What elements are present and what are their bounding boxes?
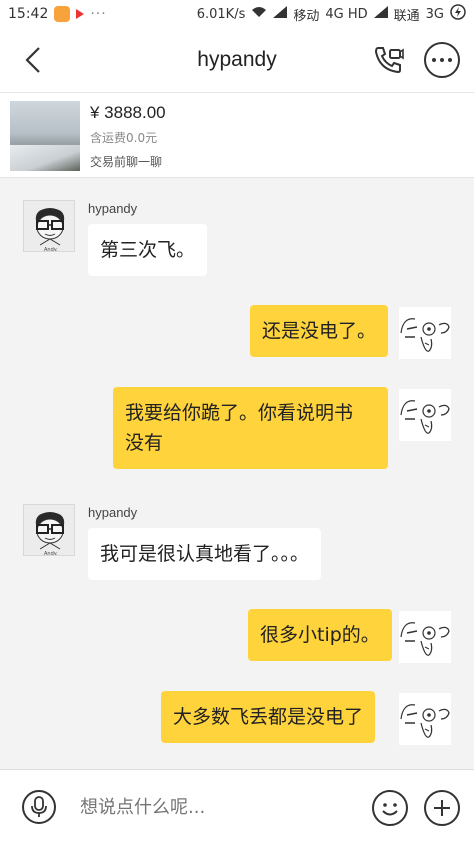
shipping-fee: 含运费0.0元 bbox=[90, 131, 158, 145]
microphone-icon bbox=[31, 796, 47, 817]
cartoon-face-avatar-icon bbox=[399, 611, 451, 663]
cartoon-boy-avatar-icon: Andy. bbox=[24, 201, 74, 252]
cartoon-face-avatar-icon bbox=[399, 307, 451, 359]
message-line: 我要给你跪了。你看说明书 bbox=[125, 402, 354, 424]
cartoon-face-avatar-icon bbox=[399, 389, 451, 441]
chevron-left-icon bbox=[25, 47, 40, 73]
dot bbox=[448, 58, 452, 62]
wifi-icon bbox=[251, 6, 267, 22]
avatar[interactable] bbox=[399, 611, 451, 663]
page-title: hypandy bbox=[197, 48, 277, 71]
avatar[interactable] bbox=[399, 693, 451, 745]
message-bubble-outgoing[interactable]: 还是没电了。 bbox=[250, 305, 389, 357]
add-attachment-button[interactable] bbox=[424, 790, 460, 826]
battery-icon bbox=[450, 4, 466, 24]
chat-area[interactable]: Andy. hypandy 第三次飞。 还是没电了。 我要给你跪了。你看说明书 … bbox=[0, 179, 474, 769]
chat-prompt: 交易前聊一聊 bbox=[90, 155, 163, 169]
smiley-icon bbox=[382, 803, 398, 816]
net-speed: 6.01K/s bbox=[196, 6, 246, 22]
input-bar bbox=[0, 769, 474, 842]
dot bbox=[432, 58, 436, 62]
message-bubble-outgoing[interactable]: 很多小tip的。 bbox=[248, 609, 392, 661]
cartoon-boy-avatar-icon: Andy. bbox=[24, 505, 74, 556]
app-notification-icon bbox=[54, 6, 71, 22]
cartoon-face-avatar-icon bbox=[399, 693, 451, 745]
product-thumbnail[interactable] bbox=[10, 101, 80, 171]
dot bbox=[440, 58, 444, 62]
avatar[interactable] bbox=[399, 307, 451, 359]
message-bubble-outgoing[interactable]: 大多数飞丢都是没电了 bbox=[161, 691, 376, 743]
thumbnail-road bbox=[10, 145, 80, 171]
message-input[interactable] bbox=[80, 792, 340, 822]
product-price: ¥ 3888.00 bbox=[90, 103, 166, 122]
avatar[interactable]: Andy. bbox=[23, 504, 75, 556]
sender-name: hypandy bbox=[88, 505, 138, 520]
emoji-button[interactable] bbox=[372, 790, 408, 826]
carrier-1: 移动 bbox=[293, 8, 320, 24]
signal-icon bbox=[273, 6, 288, 22]
signal-icon bbox=[373, 6, 388, 22]
chat-header: hypandy bbox=[0, 28, 474, 92]
avatar[interactable]: Andy. bbox=[23, 200, 75, 252]
phone-call-icon bbox=[374, 47, 404, 74]
more-options-button[interactable] bbox=[424, 42, 460, 78]
more-notifications-icon: ··· bbox=[90, 6, 107, 22]
plus-icon bbox=[434, 800, 450, 816]
product-card[interactable]: ¥ 3888.00 含运费0.0元 交易前聊一聊 bbox=[0, 92, 474, 178]
carrier-2: 联通 bbox=[393, 8, 420, 24]
svg-text:Andy.: Andy. bbox=[44, 551, 58, 556]
video-notification-icon bbox=[76, 9, 85, 19]
avatar[interactable] bbox=[399, 389, 451, 441]
status-time: 15:42 bbox=[8, 6, 49, 22]
network-2: 3G bbox=[425, 6, 444, 22]
status-bar: 15:42 ··· 6.01K/s 移动 4G HD 联通 3G bbox=[0, 0, 474, 28]
network-1: 4G HD bbox=[325, 6, 368, 22]
message-line: 没有 bbox=[125, 432, 164, 454]
voice-call-button[interactable] bbox=[370, 42, 406, 78]
message-bubble-incoming[interactable]: 我可是很认真地看了。。。 bbox=[88, 528, 322, 580]
svg-text:Andy.: Andy. bbox=[44, 247, 58, 252]
message-bubble-incoming[interactable]: 第三次飞。 bbox=[88, 224, 208, 276]
message-bubble-outgoing[interactable]: 我要给你跪了。你看说明书 没有 bbox=[113, 387, 388, 469]
voice-input-button[interactable] bbox=[22, 790, 56, 824]
back-button[interactable] bbox=[18, 44, 48, 76]
sender-name: hypandy bbox=[88, 201, 138, 216]
